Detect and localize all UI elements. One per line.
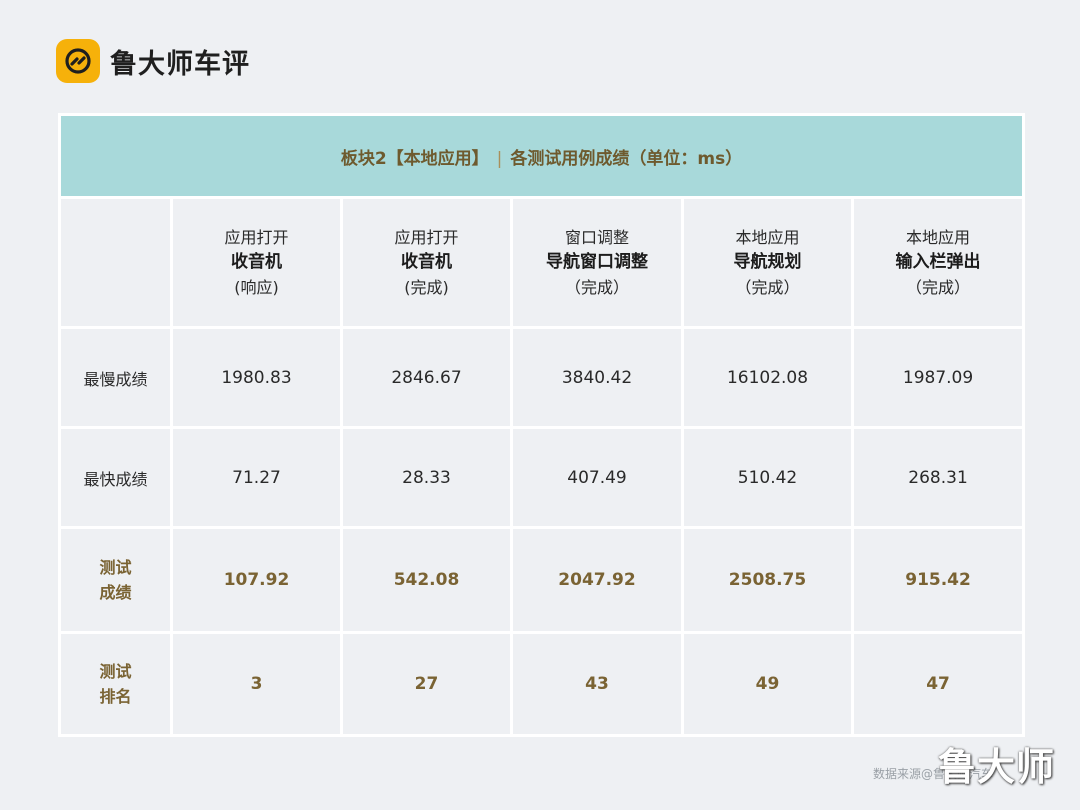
link-icon	[56, 39, 100, 83]
column-header-phase: （完成）	[906, 278, 971, 297]
column-header-name: 收音机	[231, 252, 282, 272]
table-title: 板块2【本地应用】 | 各测试用例成绩（单位：ms）	[57, 113, 1026, 199]
column-header-phase: (响应)	[234, 278, 279, 297]
column-header: 应用打开 收音机 (完成)	[340, 196, 513, 329]
row-label-line: 排名	[99, 687, 132, 706]
table-cell: 2846.67	[340, 326, 513, 429]
table-cell: 2508.75	[681, 526, 854, 634]
table-title-left: 板块2【本地应用】	[340, 148, 489, 169]
table-cell: 3840.42	[510, 326, 684, 429]
column-header-category: 应用打开	[224, 228, 289, 247]
row-label-line: 成绩	[99, 583, 132, 602]
column-header-category: 本地应用	[906, 228, 971, 247]
table-cell: 915.42	[850, 526, 1026, 634]
table-cell: 49	[681, 631, 854, 737]
table-row-fastest: 最快成绩 71.27 28.33 407.49 510.42 268.31	[58, 426, 1026, 529]
table-cell: 47	[850, 631, 1026, 737]
table-cell: 510.42	[681, 426, 854, 529]
table-cell: 27	[340, 631, 513, 737]
row-label: 测试 排名	[58, 631, 173, 737]
table-cell: 3	[170, 631, 343, 737]
brand-name: 鲁大师车评	[110, 48, 250, 80]
row-label-line: 测试	[99, 558, 132, 577]
column-header-category: 应用打开	[394, 228, 459, 247]
column-header-name: 导航规划	[733, 252, 802, 272]
title-separator: |	[496, 148, 503, 169]
column-header-category: 本地应用	[735, 228, 800, 247]
column-header-phase: (完成)	[404, 278, 449, 297]
brand-header: 鲁大师车评	[56, 38, 250, 84]
column-header: 本地应用 导航规划 （完成）	[681, 196, 854, 329]
column-header: 本地应用 输入栏弹出 （完成）	[850, 196, 1026, 329]
table-cell: 2047.92	[510, 526, 684, 634]
column-header: 窗口调整 导航窗口调整 （完成）	[510, 196, 684, 329]
column-header-name: 输入栏弹出	[895, 252, 981, 272]
table-cell: 107.92	[170, 526, 343, 634]
watermark: 鲁大师	[938, 745, 1056, 789]
results-table: 板块2【本地应用】 | 各测试用例成绩（单位：ms） 应用打开 收音机 (响应) 应…	[57, 113, 1026, 737]
table-cell: 542.08	[340, 526, 513, 634]
table-row-score: 测试 成绩 107.92 542.08 2047.92 2508.75 915.…	[58, 526, 1026, 634]
table-title-right: 各测试用例成绩（单位：ms）	[510, 148, 743, 169]
column-header-name: 收音机	[401, 252, 452, 272]
table-cell: 43	[510, 631, 684, 737]
table-cell: 71.27	[170, 426, 343, 529]
table-row-rank: 测试 排名 3 27 43 49 47	[58, 631, 1026, 737]
table-row-slowest: 最慢成绩 1980.83 2846.67 3840.42 16102.08 19…	[58, 326, 1026, 429]
column-header-name: 导航窗口调整	[546, 252, 648, 272]
corner-cell	[58, 196, 173, 329]
column-header: 应用打开 收音机 (响应)	[170, 196, 343, 329]
row-label: 最快成绩	[58, 426, 173, 529]
column-header-phase: （完成）	[564, 278, 629, 297]
column-header-category: 窗口调整	[564, 228, 629, 247]
table-cell: 407.49	[510, 426, 684, 529]
table-cell: 28.33	[340, 426, 513, 529]
table-cell: 1980.83	[170, 326, 343, 429]
column-header-phase: （完成）	[735, 278, 800, 297]
row-label-line: 测试	[99, 662, 132, 681]
row-label: 最慢成绩	[58, 326, 173, 429]
table-cell: 268.31	[850, 426, 1026, 529]
table-cell: 16102.08	[681, 326, 854, 429]
row-label: 测试 成绩	[58, 526, 173, 634]
table-cell: 1987.09	[850, 326, 1026, 429]
